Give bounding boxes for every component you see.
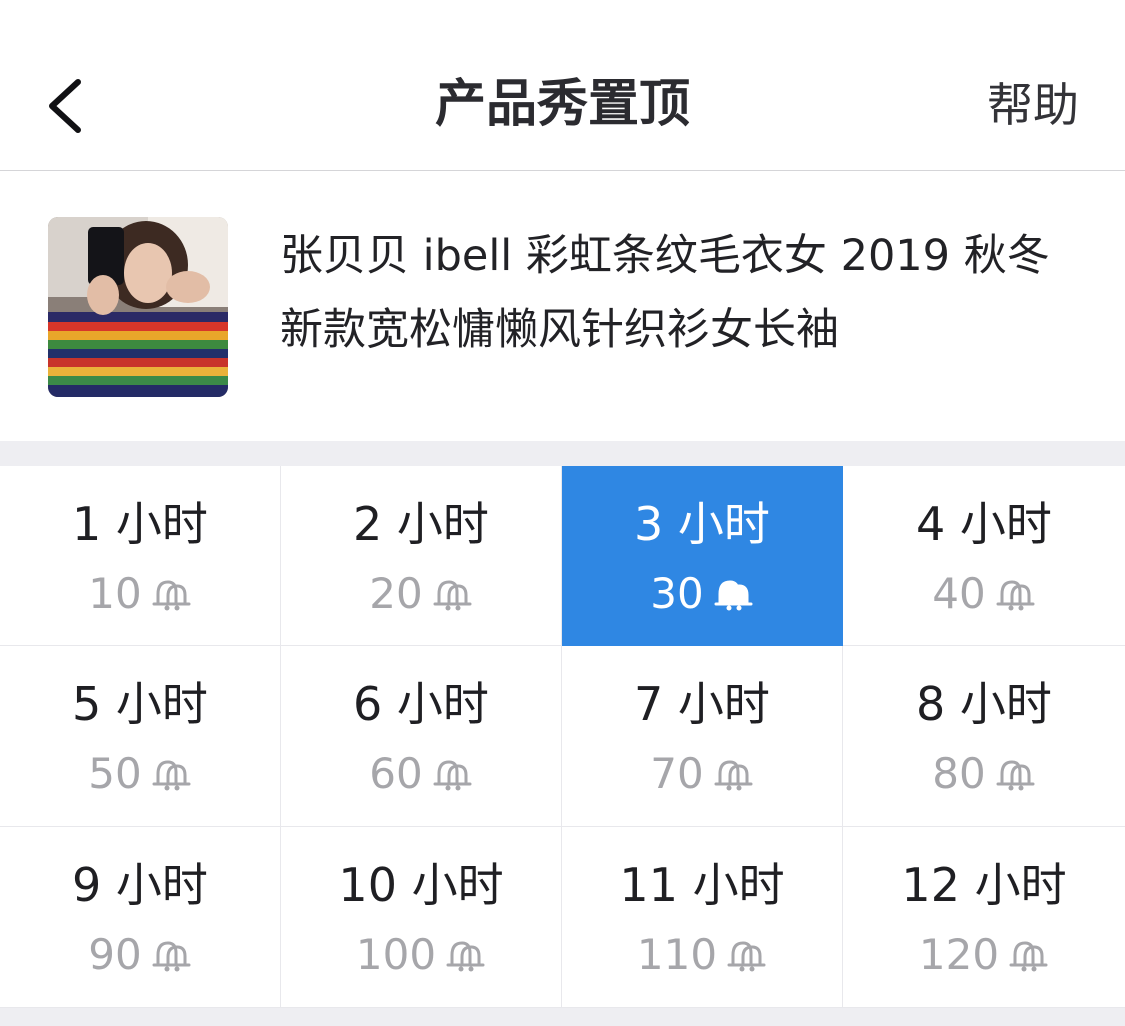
- option-hours: 9 小时: [72, 858, 208, 912]
- section-divider: [0, 441, 1125, 466]
- option-hours: 8 小时: [916, 677, 1052, 731]
- option-hours: 3 小时: [634, 497, 770, 551]
- option-price: 60: [369, 749, 423, 798]
- option-hours: 12 小时: [901, 858, 1067, 912]
- option-hours: 2 小时: [353, 497, 489, 551]
- option-price-row: 50: [0, 746, 280, 802]
- bell-icon: [992, 576, 1036, 612]
- option-price-row: 30: [562, 566, 842, 622]
- bell-icon: [710, 576, 754, 612]
- option-price-row: 40: [843, 566, 1125, 622]
- duration-option-11[interactable]: 11 小时 110: [562, 827, 843, 1008]
- duration-option-3[interactable]: 3 小时 30: [562, 466, 843, 646]
- product-thumbnail[interactable]: [48, 217, 228, 397]
- help-button[interactable]: 帮助: [987, 72, 1079, 138]
- option-price-row: 60: [281, 746, 561, 802]
- bell-icon: [710, 756, 754, 792]
- duration-option-9[interactable]: 9 小时 90: [0, 827, 281, 1008]
- page-title: 产品秀置顶: [434, 75, 690, 134]
- option-hours: 7 小时: [634, 677, 770, 731]
- product-photo: [48, 217, 228, 397]
- duration-option-2[interactable]: 2 小时 20: [281, 466, 562, 646]
- bell-icon: [429, 576, 473, 612]
- duration-option-7[interactable]: 7 小时 70: [562, 646, 843, 827]
- option-price: 80: [932, 749, 986, 798]
- product-title[interactable]: 张贝贝 ibell 彩虹条纹毛衣女 2019 秋冬新款宽松慵懒风针织衫女长袖: [280, 219, 1070, 367]
- option-price-row: 10: [0, 566, 280, 622]
- duration-option-5[interactable]: 5 小时 50: [0, 646, 281, 827]
- page: 产品秀置顶 帮助 张贝贝 ibell 彩虹条纹毛衣女 2019 秋冬新款宽松慵懒…: [0, 0, 1125, 1026]
- nav-bar: 产品秀置顶 帮助: [0, 0, 1125, 171]
- bell-icon: [723, 937, 767, 973]
- duration-option-12[interactable]: 12 小时 120: [843, 827, 1125, 1008]
- option-price-row: 110: [562, 927, 842, 983]
- bell-icon: [148, 937, 192, 973]
- duration-grid: 1 小时 10 2 小时 20 3 小时 30 4 小时 40 5 小时 50 …: [0, 466, 1125, 1008]
- option-price: 10: [88, 569, 142, 618]
- option-price: 30: [650, 569, 704, 618]
- option-price-row: 70: [562, 746, 842, 802]
- duration-option-6[interactable]: 6 小时 60: [281, 646, 562, 827]
- option-price-row: 90: [0, 927, 280, 983]
- option-hours: 10 小时: [338, 858, 504, 912]
- bottom-divider: [0, 1008, 1125, 1026]
- option-price: 40: [932, 569, 986, 618]
- bell-icon: [442, 937, 486, 973]
- option-price-row: 20: [281, 566, 561, 622]
- duration-option-8[interactable]: 8 小时 80: [843, 646, 1125, 827]
- option-price: 100: [355, 930, 437, 979]
- option-price-row: 100: [281, 927, 561, 983]
- duration-option-4[interactable]: 4 小时 40: [843, 466, 1125, 646]
- bell-icon: [1005, 937, 1049, 973]
- option-price-row: 80: [843, 746, 1125, 802]
- product-info: 张贝贝 ibell 彩虹条纹毛衣女 2019 秋冬新款宽松慵懒风针织衫女长袖: [0, 171, 1125, 441]
- chevron-left-icon: [49, 79, 81, 133]
- option-price-row: 120: [843, 927, 1125, 983]
- back-button[interactable]: [30, 60, 110, 150]
- duration-option-1[interactable]: 1 小时 10: [0, 466, 281, 646]
- option-hours: 6 小时: [353, 677, 489, 731]
- option-hours: 1 小时: [72, 497, 208, 551]
- option-price: 110: [636, 930, 718, 979]
- option-price: 50: [88, 749, 142, 798]
- option-price: 20: [369, 569, 423, 618]
- bell-icon: [148, 756, 192, 792]
- bell-icon: [992, 756, 1036, 792]
- option-hours: 11 小时: [619, 858, 785, 912]
- option-hours: 5 小时: [72, 677, 208, 731]
- option-hours: 4 小时: [916, 497, 1052, 551]
- bell-icon: [148, 576, 192, 612]
- option-price: 90: [88, 930, 142, 979]
- bell-icon: [429, 756, 473, 792]
- duration-option-10[interactable]: 10 小时 100: [281, 827, 562, 1008]
- option-price: 70: [650, 749, 704, 798]
- option-price: 120: [918, 930, 1000, 979]
